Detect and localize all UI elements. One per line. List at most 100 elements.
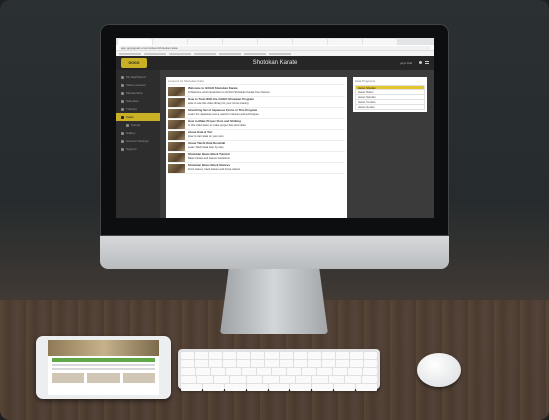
tablet-device xyxy=(36,336,171,399)
video-thumbnail[interactable] xyxy=(168,142,185,151)
keyboard-row xyxy=(181,352,378,359)
keyboard-key xyxy=(302,368,317,375)
video-list-panel: Lessons by Shotokan Kata Welcome to GOGO… xyxy=(166,77,347,218)
keyboard-key xyxy=(364,360,378,367)
browser-tab[interactable] xyxy=(153,39,187,45)
user-name[interactable]: yoyo Kiki xyxy=(400,61,412,65)
sidebar-item-icon xyxy=(121,107,124,111)
hamburger-menu-icon[interactable] xyxy=(425,61,429,64)
video-row[interactable]: How to Make Proper Fists and Striking In … xyxy=(168,119,345,130)
video-list: Welcome to GOGO Shotokan Karate A Welcome… xyxy=(168,86,345,174)
keyboard xyxy=(178,349,380,391)
app-header: GOGO Shotokan Karate yoyo Kiki xyxy=(116,56,434,70)
sidebar-item[interactable]: Training xyxy=(116,105,160,113)
bookmark-item[interactable] xyxy=(244,52,266,55)
keyboard-key xyxy=(211,368,226,375)
video-row[interactable]: Welcome to GOGO Shotokan Karate A Welcome… xyxy=(168,86,345,97)
browser-tab[interactable] xyxy=(363,39,397,45)
keyboard-key xyxy=(295,376,312,383)
keyboard-key xyxy=(293,352,307,359)
video-description: Learn the Japanese terms used for stance… xyxy=(188,112,259,116)
keyboard-key xyxy=(237,352,251,359)
keyboard-key xyxy=(181,384,202,391)
video-row[interactable]: About Taichi Kata Renshiki Learn Taichi k… xyxy=(168,141,345,152)
bookmark-item[interactable] xyxy=(119,52,141,55)
keyboard-key xyxy=(237,360,251,367)
bookmark-item[interactable] xyxy=(144,52,166,55)
video-thumbnail[interactable] xyxy=(168,98,185,107)
video-thumbnail[interactable] xyxy=(168,109,185,118)
sidebar-item[interactable]: Kumite xyxy=(116,121,160,129)
keyboard-key xyxy=(265,360,279,367)
video-thumbnail[interactable] xyxy=(168,164,185,173)
keyboard-key xyxy=(307,352,321,359)
browser-tab[interactable] xyxy=(258,39,292,45)
bookmark-item[interactable] xyxy=(169,52,191,55)
sidebar-item[interactable]: Account Settings xyxy=(116,137,160,145)
playlist-item[interactable]: Heian Godan xyxy=(355,105,425,110)
browser-tab[interactable] xyxy=(328,39,362,45)
playlist-panel: Kata Programs Heian Shodan Heian Nidan Hei… xyxy=(353,77,427,112)
sidebar-item-label: Gallery xyxy=(126,131,136,135)
keyboard-key xyxy=(349,360,364,367)
karate-app: GOGO Shotokan Karate yoyo Kiki My Dashbo… xyxy=(116,56,434,218)
keyboard-key xyxy=(251,360,265,367)
tablet-text-line xyxy=(52,368,155,370)
tablet-accent-bar xyxy=(52,358,155,362)
tablet-hero-image xyxy=(48,340,159,356)
sidebar-item-icon xyxy=(126,123,129,127)
keyboard-key xyxy=(209,352,223,359)
sidebar-item[interactable]: Schedule xyxy=(116,97,160,105)
video-row[interactable]: Shotokan Basic Block Stances Front stance… xyxy=(168,163,345,174)
video-row[interactable]: Shotokan Basic Block Tutorial Basic block… xyxy=(168,152,345,163)
bookmark-item[interactable] xyxy=(194,52,216,55)
sidebar-item[interactable]: Video Lessons xyxy=(116,81,160,89)
notification-icon[interactable] xyxy=(419,61,422,64)
keyboard-row xyxy=(181,368,378,375)
sidebar-item-icon xyxy=(121,83,124,87)
keyboard-key xyxy=(335,352,349,359)
keyboard-key xyxy=(256,368,271,375)
keyboard-key xyxy=(328,376,345,383)
keyboard-key xyxy=(181,360,195,367)
url-input[interactable]: app.gogogoaim.com/videos/shotokan-kata xyxy=(119,45,431,50)
sidebar-item[interactable]: Support xyxy=(116,145,160,153)
browser-tab[interactable] xyxy=(223,39,257,45)
browser-tab[interactable] xyxy=(293,39,327,45)
photo-scene: app.gogogoaim.com/videos/shotokan-kata G… xyxy=(0,0,549,420)
browser-tab[interactable] xyxy=(118,39,152,45)
keyboard-key xyxy=(246,384,268,391)
sidebar-item[interactable]: Membership xyxy=(116,89,160,97)
keyboard-key xyxy=(197,376,213,383)
tablet-card xyxy=(52,373,85,383)
keyboard-key xyxy=(224,384,246,391)
sidebar-item[interactable]: Katas xyxy=(116,113,160,121)
bookmark-item[interactable] xyxy=(269,52,291,55)
keyboard-key xyxy=(181,352,195,359)
magic-mouse xyxy=(417,353,461,387)
keyboard-key xyxy=(347,368,362,375)
tablet-card-grid xyxy=(52,373,155,383)
video-text: About Taichi Kata Renshiki Learn Taichi k… xyxy=(188,142,225,150)
video-thumbnail[interactable] xyxy=(168,87,185,96)
tablet-screen xyxy=(48,340,159,395)
sidebar-item[interactable]: Gallery xyxy=(116,129,160,137)
keyboard-key xyxy=(307,360,321,367)
video-row[interactable]: Stretching Set of Japanese Terms in This… xyxy=(168,108,345,119)
sidebar-item-label: Account Settings xyxy=(126,139,149,143)
sidebar-item-label: Schedule xyxy=(126,99,139,103)
keyboard-key xyxy=(271,368,287,375)
video-row[interactable]: How to Train With the GOGO Shotokan Prog… xyxy=(168,97,345,108)
playlist-list: Heian Shodan Heian Nidan Heian Sandan Heian… xyxy=(355,85,425,110)
video-list-header: Lessons by Shotokan Kata xyxy=(168,79,345,85)
bookmark-item[interactable] xyxy=(219,52,241,55)
keyboard-key xyxy=(279,352,293,359)
video-text: How to Make Proper Fists and Striking In … xyxy=(188,120,246,128)
video-thumbnail[interactable] xyxy=(168,131,185,140)
video-thumbnail[interactable] xyxy=(168,153,185,162)
browser-tab[interactable] xyxy=(188,39,222,45)
video-row[interactable]: About Kata & Tori How to train kata on yo… xyxy=(168,130,345,141)
sidebar-item[interactable]: My Dashboard xyxy=(116,73,160,81)
main-content: Lessons by Shotokan Kata Welcome to GOGO… xyxy=(160,70,434,218)
video-thumbnail[interactable] xyxy=(168,120,185,129)
